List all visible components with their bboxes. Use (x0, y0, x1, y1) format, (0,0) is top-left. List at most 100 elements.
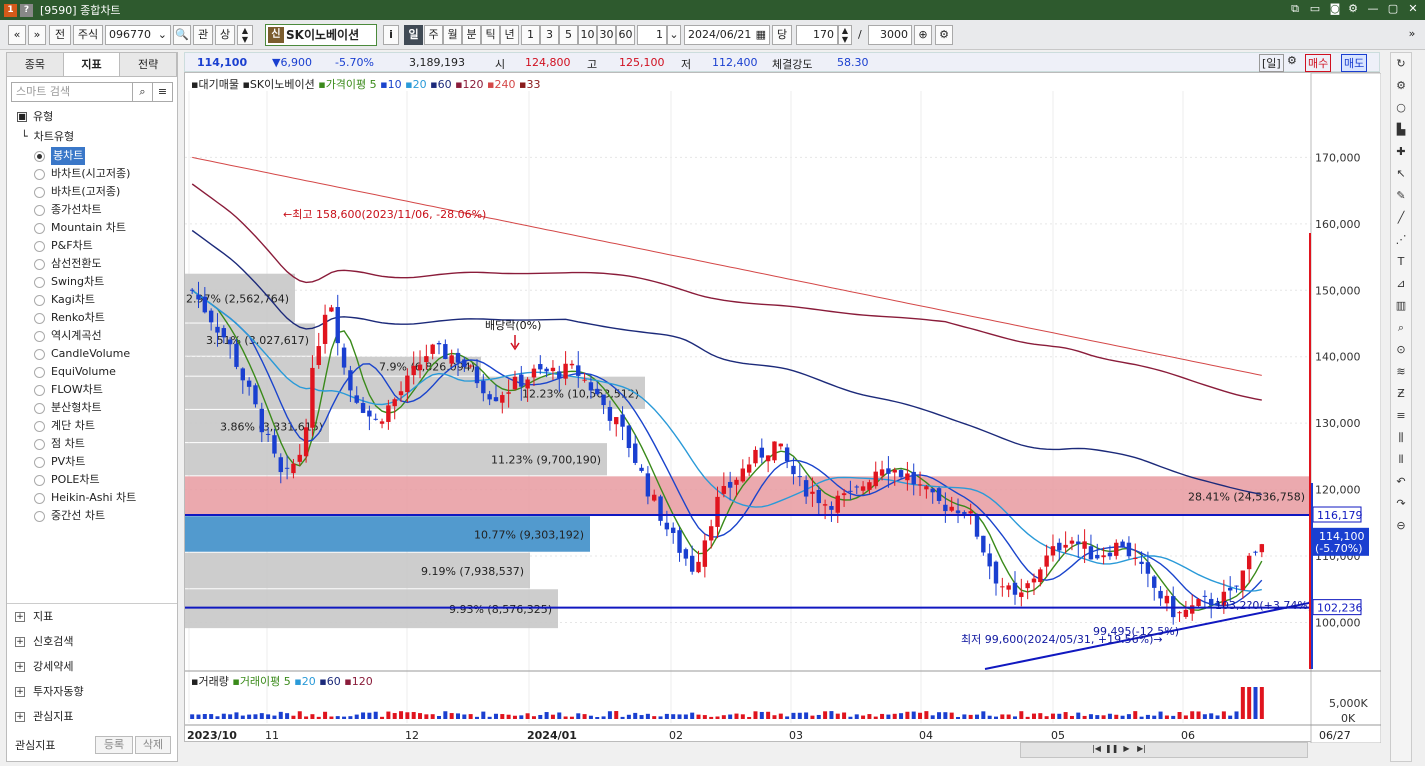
undo-icon[interactable]: ↶ (1391, 471, 1411, 493)
chart-type-item[interactable]: Renko차트 (7, 309, 177, 327)
bottom-group-item[interactable]: + 신호검색 (7, 629, 177, 654)
chart-type-item[interactable]: 봉차트 (7, 147, 177, 165)
circle-icon[interactable]: ○ (1391, 97, 1411, 119)
market-select[interactable]: 주식 (73, 25, 103, 45)
window-split-icon[interactable]: ▭ (1306, 2, 1324, 15)
period-month[interactable]: 월 (443, 25, 462, 45)
chart-type-item[interactable]: 중간선 차트 (7, 507, 177, 525)
redo-icon[interactable]: ↷ (1391, 493, 1411, 515)
last-icon[interactable]: ▶| (1135, 742, 1148, 756)
pause-icon[interactable]: ❚❚ (1105, 742, 1118, 756)
bottom-group-item[interactable]: + 지표 (7, 604, 177, 629)
chevron-down-icon[interactable]: ⌄ (158, 26, 167, 44)
expand-plus-icon[interactable]: + (15, 611, 25, 622)
chart-icon[interactable]: ▙ (1391, 119, 1411, 141)
tab-strategy[interactable]: 전략 (120, 53, 178, 76)
expand-plus-icon[interactable]: + (15, 711, 25, 722)
search-input[interactable]: 스마트 검색 (11, 82, 133, 102)
chart-type-item[interactable]: 종가선차트 (7, 201, 177, 219)
expand-plus-icon[interactable]: + (15, 636, 25, 647)
sell-button[interactable]: 매도 (1341, 54, 1368, 72)
period-tick[interactable]: 틱 (481, 25, 500, 45)
pen-icon[interactable]: ✎ (1391, 185, 1411, 207)
subgroup-chart-type[interactable]: └ 차트유형 (7, 127, 177, 147)
interval-1[interactable]: 1 (521, 25, 540, 45)
maximize-icon[interactable]: ▢ (1384, 2, 1402, 15)
chart-type-item[interactable]: 바차트(고저종) (7, 183, 177, 201)
radio-button[interactable] (34, 258, 45, 270)
zoom-in-icon[interactable]: ⊕ (914, 25, 932, 45)
period-minute[interactable]: 분 (462, 25, 481, 45)
zigzag-icon[interactable]: Ƶ (1391, 383, 1411, 405)
radio-button[interactable] (34, 456, 45, 468)
nav-next-button[interactable]: » (28, 25, 46, 45)
view-count-input[interactable]: 170 (796, 25, 838, 45)
bottom-group-item[interactable]: + 강세약세 (7, 654, 177, 679)
chart-type-item[interactable]: P&F차트 (7, 237, 177, 255)
text-icon[interactable]: T (1391, 251, 1411, 273)
bars-icon[interactable]: ▥ (1391, 295, 1411, 317)
group-type[interactable]: ■ 유형 (7, 107, 177, 127)
play-icon[interactable]: ▶ (1120, 742, 1133, 756)
pointer-icon[interactable]: ↖ (1391, 163, 1411, 185)
help-icon[interactable]: ? (20, 3, 33, 17)
link-icon[interactable]: ⧉ (1286, 2, 1304, 16)
radio-button[interactable] (34, 294, 45, 306)
period-week[interactable]: 주 (424, 25, 443, 45)
cross-icon[interactable]: ✚ (1391, 141, 1411, 163)
radio-button[interactable] (34, 276, 45, 288)
radio-button[interactable] (34, 150, 45, 162)
chart-type-item[interactable]: 역시계곡선 (7, 327, 177, 345)
chart-type-item[interactable]: 점 차트 (7, 435, 177, 453)
radio-button[interactable] (34, 492, 45, 504)
radio-button[interactable] (34, 474, 45, 486)
chart-area[interactable]: 2.97% (2,562,764) 3.51% (3,027,617) 7.9% (… (184, 72, 1381, 743)
nav-prev-button[interactable]: « (8, 25, 26, 45)
interval-10[interactable]: 10 (578, 25, 597, 45)
expand-icon[interactable]: » (1405, 25, 1419, 45)
chart-type-item[interactable]: CandleVolume (7, 345, 177, 363)
chart-type-item[interactable]: Mountain 차트 (7, 219, 177, 237)
chart-type-item[interactable]: 분산형차트 (7, 399, 177, 417)
radio-button[interactable] (34, 420, 45, 432)
filter-icon[interactable]: ≡ (153, 82, 173, 102)
interval-60[interactable]: 60 (616, 25, 635, 45)
first-icon[interactable]: |◀ (1090, 742, 1103, 756)
gear-icon[interactable]: ⚙ (935, 25, 953, 45)
columns2-icon[interactable]: ⫴ (1391, 449, 1411, 471)
radio-button[interactable] (34, 348, 45, 360)
radio-button[interactable] (34, 366, 45, 378)
interval-3[interactable]: 3 (540, 25, 559, 45)
interval-30[interactable]: 30 (597, 25, 616, 45)
columns-icon[interactable]: ⫼ (1391, 427, 1411, 449)
chart-type-item[interactable]: FLOW차트 (7, 381, 177, 399)
day-label[interactable]: [일] (1259, 54, 1284, 72)
count-input[interactable]: 1 (637, 25, 667, 45)
radio-button[interactable] (34, 186, 45, 198)
search-icon[interactable]: ⌕ (133, 82, 153, 102)
camera-icon[interactable]: ◙ (1326, 2, 1344, 15)
horizontal-scrollbar[interactable] (1020, 742, 1308, 758)
radio-button[interactable] (34, 222, 45, 234)
chart-type-item[interactable]: 계단 차트 (7, 417, 177, 435)
interval-5[interactable]: 5 (559, 25, 578, 45)
total-count-input[interactable]: 3000 (868, 25, 912, 45)
stepper-icon[interactable]: ▲ ▼ (237, 25, 253, 45)
chart-type-item[interactable]: Swing차트 (7, 273, 177, 291)
calendar-icon[interactable]: ▦ (756, 26, 766, 44)
view-count-stepper[interactable]: ▲ ▼ (838, 25, 852, 45)
price-chart[interactable]: 2.97% (2,562,764)3.51% (3,027,617)7.9% (… (185, 73, 1381, 743)
chart-type-item[interactable]: Heikin-Ashi 차트 (7, 489, 177, 507)
code-input[interactable]: 096770 ⌄ (105, 25, 171, 45)
radio-button[interactable] (34, 312, 45, 324)
all-button[interactable]: 전 (49, 25, 71, 45)
radio-button[interactable] (34, 168, 45, 180)
watch-button[interactable]: 관 (193, 25, 213, 45)
buy-button[interactable]: 매수 (1305, 54, 1332, 72)
line-icon[interactable]: ╱ (1391, 207, 1411, 229)
expand-plus-icon[interactable]: + (15, 661, 25, 672)
date-input[interactable]: 2024/06/21 ▦ (684, 25, 770, 45)
magnifier-icon[interactable]: ⊙ (1391, 339, 1411, 361)
period-day[interactable]: 일 (404, 25, 423, 45)
search-icon[interactable]: 🔍 (173, 25, 191, 45)
